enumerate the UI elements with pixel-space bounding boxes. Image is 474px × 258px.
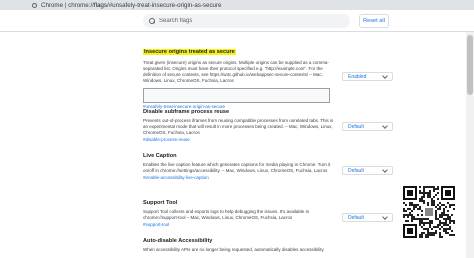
- chevron-down-icon: [382, 213, 388, 220]
- flag-description: When accessibility APIs are no longer be…: [143, 247, 325, 252]
- flag-select[interactable]: Default: [342, 122, 393, 131]
- chevron-down-icon: [382, 122, 388, 129]
- flag-item: Live Caption Enables the live caption fe…: [143, 153, 393, 181]
- flag-item: Insecure origins treated as secure Treat…: [143, 40, 393, 110]
- flags-header: Reset all: [0, 10, 474, 32]
- flag-link[interactable]: #enable-accessibility-live-caption: [143, 175, 393, 181]
- flag-title: Insecure origins treated as secure: [143, 49, 236, 55]
- scrollbar[interactable]: [466, 32, 474, 258]
- flag-select[interactable]: Default: [342, 166, 393, 175]
- search-input[interactable]: [159, 18, 339, 24]
- chevron-down-icon: [382, 72, 388, 79]
- flag-title: Live Caption: [143, 153, 177, 159]
- address-bar[interactable]: Chrome | chrome://flags/#unsafely-treat-…: [32, 1, 382, 10]
- address-text[interactable]: Chrome | chrome://flags/#unsafely-treat-…: [41, 2, 222, 9]
- scroll-thumb[interactable]: [467, 35, 473, 95]
- url-prefix: chrome://: [68, 2, 94, 9]
- flag-title: Support Tool: [143, 200, 178, 206]
- site-label: Chrome: [41, 2, 64, 9]
- flag-select-value: Default: [348, 214, 364, 221]
- flag-link[interactable]: #disable-process-reuse: [143, 137, 393, 143]
- flag-select-value: Enabled: [348, 73, 367, 80]
- flag-item: Disable subframe process reuse Prevents …: [143, 109, 393, 143]
- flag-select[interactable]: Enabled: [342, 72, 393, 81]
- url-separator: |: [64, 2, 67, 9]
- flag-description: Prevents out-of-process iframes from reu…: [143, 118, 334, 135]
- url-domain: flags: [93, 2, 107, 9]
- search-box[interactable]: [143, 14, 350, 28]
- url-path: /#unsafely-treat-insecure-origin-as-secu…: [106, 2, 222, 9]
- flag-title: Auto-disable Accessibility: [143, 238, 213, 244]
- qr-code-graphic: [403, 186, 455, 238]
- qr-code-image: [403, 186, 455, 242]
- flag-item: Auto-disable Accessibility When accessib…: [143, 238, 393, 253]
- chevron-down-icon: [382, 166, 388, 173]
- flag-link[interactable]: #support-tool: [143, 222, 393, 228]
- flag-select-value: Default: [348, 167, 364, 174]
- site-info-icon[interactable]: [32, 3, 37, 8]
- flag-select[interactable]: Default: [342, 213, 393, 222]
- reset-all-button[interactable]: Reset all: [359, 14, 389, 28]
- flag-select-value: Default: [348, 123, 364, 130]
- flag-item: Support Tool Support Tool collects and e…: [143, 200, 393, 228]
- flag-title: Disable subframe process reuse: [143, 109, 230, 115]
- origins-textarea[interactable]: [143, 88, 330, 103]
- flag-description: Enables the live caption feature which g…: [143, 162, 331, 173]
- flag-description: Support Tool collects and exports logs t…: [143, 209, 310, 220]
- flag-description: Treat given (insecure) origins as secure…: [143, 60, 329, 83]
- search-icon: [149, 18, 155, 24]
